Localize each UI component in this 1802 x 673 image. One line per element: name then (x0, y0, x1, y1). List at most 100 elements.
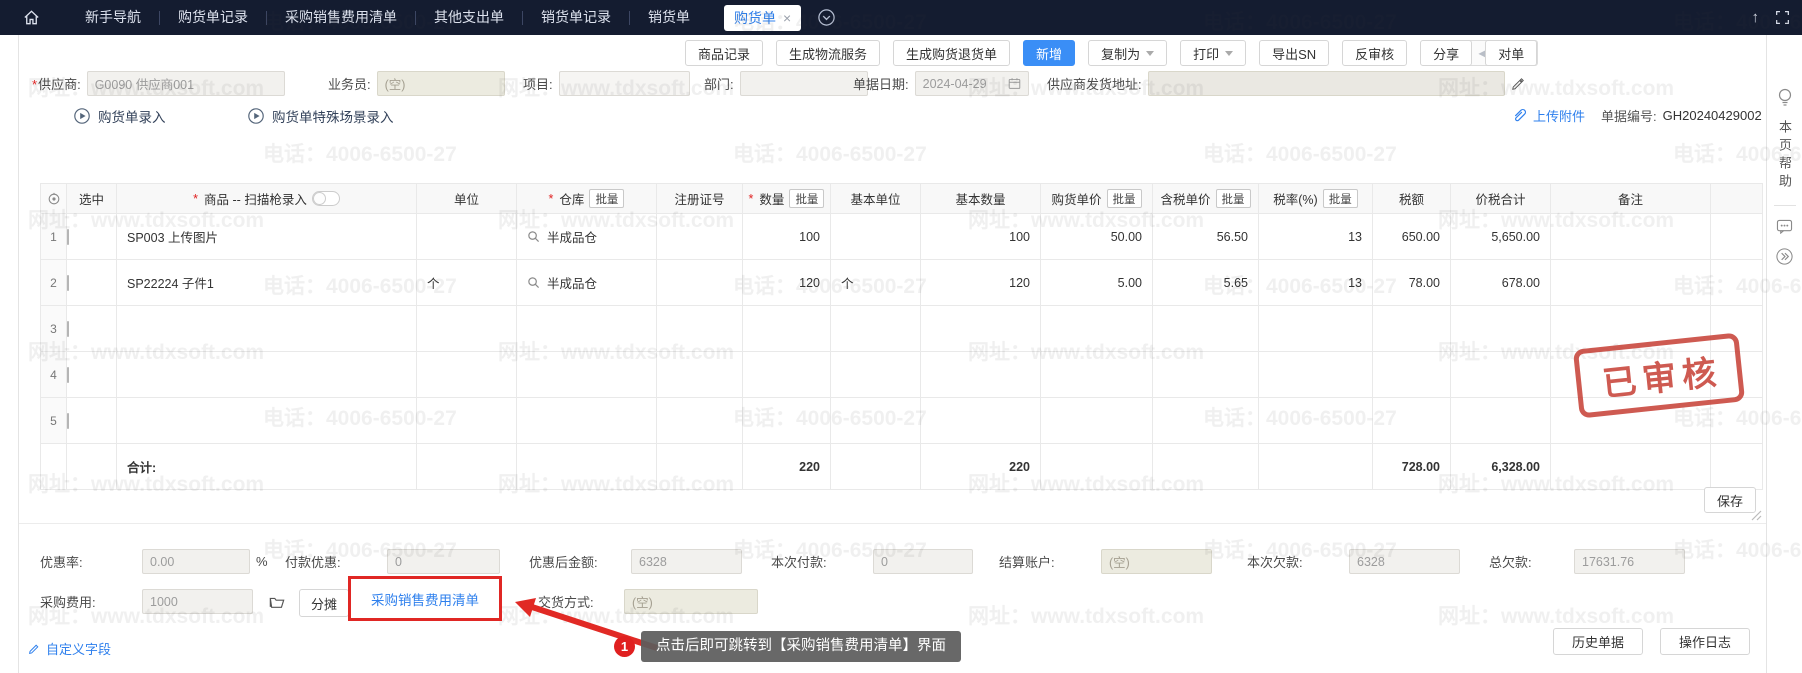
cell-reg-no[interactable] (657, 260, 743, 306)
folder-icon[interactable] (269, 595, 285, 609)
cell-tax-amount[interactable] (1373, 398, 1451, 444)
discount-rate-input[interactable] (142, 549, 250, 574)
share-button[interactable]: 分享 (1420, 40, 1472, 66)
cell-note[interactable] (1551, 214, 1711, 260)
tab-close-icon[interactable]: × (783, 10, 791, 26)
cell-price[interactable] (1041, 398, 1153, 444)
cell-note[interactable] (1551, 260, 1711, 306)
after-discount-input[interactable] (631, 549, 742, 574)
cell-unit[interactable]: 个 (417, 260, 517, 306)
cell-amount[interactable]: 5,650.00 (1451, 214, 1551, 260)
cell-base-qty[interactable] (921, 306, 1041, 352)
row-checkbox[interactable] (67, 413, 69, 429)
home-icon[interactable] (22, 8, 41, 27)
edit-pencil-icon[interactable] (1511, 77, 1525, 91)
fee-list-link[interactable]: 采购销售费用清单 (371, 589, 479, 609)
settle-account-input[interactable] (1101, 549, 1212, 574)
cell-reg-no[interactable] (657, 214, 743, 260)
row-checkbox[interactable] (67, 229, 69, 245)
cell-tax-price[interactable] (1153, 306, 1259, 352)
cell-product[interactable]: SP22224 子件1 (117, 260, 417, 306)
cell-qty[interactable] (743, 306, 831, 352)
cell-warehouse[interactable] (517, 306, 657, 352)
cell-tax-amount[interactable] (1373, 306, 1451, 352)
tax-price-batch-button[interactable]: 批量 (1216, 189, 1251, 208)
search-icon[interactable] (527, 230, 540, 243)
cell-unit[interactable] (417, 352, 517, 398)
price-batch-button[interactable]: 批量 (1107, 189, 1142, 208)
cell-price[interactable] (1041, 352, 1153, 398)
purchase-fee-input[interactable] (142, 589, 253, 614)
row-checkbox[interactable] (67, 321, 69, 337)
create-logistics-button[interactable]: 生成物流服务 (776, 40, 880, 66)
tax-rate-batch-button[interactable]: 批量 (1323, 189, 1358, 208)
cell-unit[interactable] (417, 214, 517, 260)
lightbulb-icon[interactable] (1776, 87, 1794, 107)
cell-warehouse[interactable] (517, 398, 657, 444)
nav-item-other-expense[interactable]: 其他支出单 (416, 0, 522, 35)
current-debt-input[interactable] (1349, 549, 1460, 574)
cell-price[interactable]: 5.00 (1041, 260, 1153, 306)
gear-icon[interactable] (47, 192, 61, 206)
print-button[interactable]: 打印 (1180, 40, 1246, 66)
doc-date-input[interactable]: 2024-04-29 (915, 71, 1029, 96)
cell-base-qty[interactable]: 120 (921, 260, 1041, 306)
feedback-comment-icon[interactable] (1776, 219, 1793, 234)
cell-tax-rate[interactable] (1259, 398, 1373, 444)
cell-warehouse[interactable]: 半成品仓 (517, 260, 657, 306)
cell-product[interactable]: SP003 上传图片 (117, 214, 417, 260)
tab-list-chevron-icon[interactable] (817, 8, 836, 27)
upload-attachment-link[interactable]: 上传附件 (1533, 106, 1585, 125)
cell-amount[interactable] (1451, 306, 1551, 352)
allocate-button[interactable]: 分摊 (299, 589, 349, 617)
cell-base-qty[interactable] (921, 398, 1041, 444)
row-checkbox[interactable] (67, 367, 69, 383)
cell-tax-rate[interactable]: 13 (1259, 260, 1373, 306)
custom-fields-link[interactable]: 自定义字段 (28, 639, 111, 658)
cell-base-unit[interactable] (831, 398, 921, 444)
cell-warehouse[interactable] (517, 352, 657, 398)
create-purchase-return-button[interactable]: 生成购货退货单 (893, 40, 1010, 66)
scroll-top-icon[interactable]: ↑ (1752, 9, 1760, 26)
cell-warehouse[interactable]: 半成品仓 (517, 214, 657, 260)
history-docs-button[interactable]: 历史单据 (1553, 628, 1643, 655)
cell-base-unit[interactable] (831, 352, 921, 398)
row-checkbox[interactable] (67, 275, 69, 291)
cell-tax-amount[interactable]: 650.00 (1373, 214, 1451, 260)
cell-amount[interactable] (1451, 352, 1551, 398)
cell-product[interactable] (117, 306, 417, 352)
cell-tax-rate[interactable]: 13 (1259, 214, 1373, 260)
video-link-po-special[interactable]: 购货单特殊场景录入 (247, 106, 394, 126)
nav-item-purchase-records[interactable]: 购货单记录 (160, 0, 266, 35)
scan-gun-toggle[interactable] (312, 191, 340, 206)
cell-tax-price[interactable] (1153, 352, 1259, 398)
department-input[interactable] (740, 71, 868, 96)
cell-tax-price[interactable]: 56.50 (1153, 214, 1259, 260)
resize-handle[interactable] (1748, 509, 1762, 521)
warehouse-batch-button[interactable]: 批量 (589, 189, 624, 208)
cell-unit[interactable] (417, 306, 517, 352)
fullscreen-icon[interactable] (1775, 10, 1790, 25)
qty-batch-button[interactable]: 批量 (789, 189, 824, 208)
copy-as-button[interactable]: 复制为 (1088, 40, 1167, 66)
new-button[interactable]: 新增 (1023, 40, 1075, 66)
total-debt-input[interactable] (1574, 549, 1685, 574)
clerk-input[interactable] (377, 71, 505, 96)
cell-amount[interactable] (1451, 398, 1551, 444)
project-input[interactable] (559, 71, 690, 96)
cell-tax-rate[interactable] (1259, 352, 1373, 398)
supplier-address-input[interactable] (1148, 71, 1505, 96)
cell-base-qty[interactable]: 100 (921, 214, 1041, 260)
unaudit-button[interactable]: 反审核 (1342, 40, 1407, 66)
cell-qty[interactable]: 100 (743, 214, 831, 260)
nav-item-fee-list[interactable]: 采购销售费用清单 (267, 0, 415, 35)
collapse-rail-icon[interactable] (1775, 247, 1794, 266)
cell-product[interactable] (117, 352, 417, 398)
pay-discount-input[interactable] (387, 549, 500, 574)
operation-log-button[interactable]: 操作日志 (1660, 628, 1750, 655)
nav-item-newbie-guide[interactable]: 新手导航 (67, 0, 159, 35)
cell-base-unit[interactable] (831, 306, 921, 352)
cell-amount[interactable]: 678.00 (1451, 260, 1551, 306)
search-icon[interactable] (527, 276, 540, 289)
export-sn-button[interactable]: 导出SN (1259, 40, 1329, 66)
